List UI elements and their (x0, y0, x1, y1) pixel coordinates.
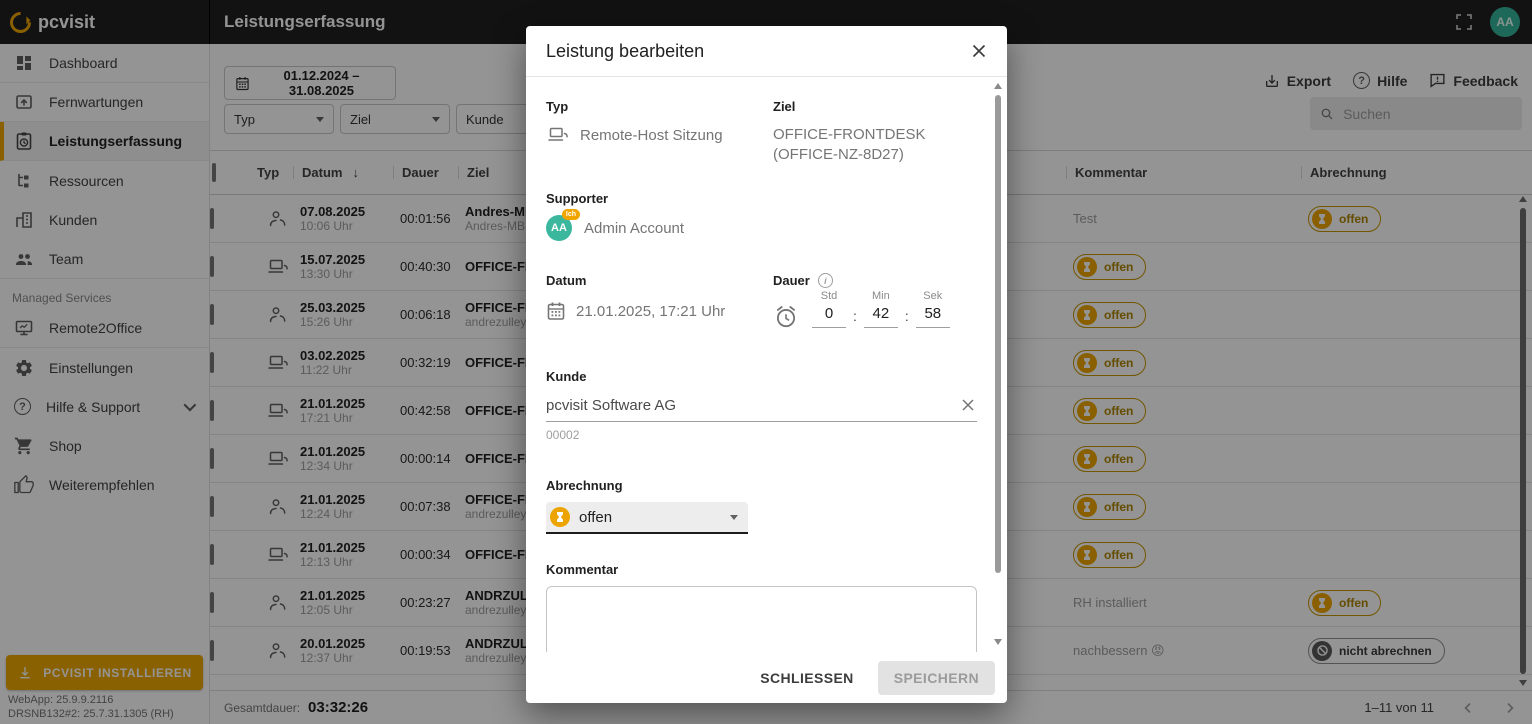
scroll-up-arrow[interactable] (994, 83, 1002, 89)
ziel-label: Ziel (773, 99, 977, 114)
modal-body: Typ Remote-Host Sitzung Ziel OFFICE-FRON… (526, 77, 1007, 652)
typ-value: Remote-Host Sitzung (580, 127, 723, 144)
speichern-button[interactable]: SPEICHERN (878, 661, 995, 695)
caret-down-icon (730, 515, 738, 520)
ziel-value: OFFICE-FRONTDESK (OFFICE-NZ-8D27) (773, 125, 977, 165)
dauer-label: Dauer (773, 273, 810, 288)
modal-title: Leistung bearbeiten (546, 41, 704, 62)
info-icon: i (818, 273, 833, 288)
datum-value: 21.01.2025, 17:21 Uhr (576, 303, 725, 320)
datum-label: Datum (546, 273, 773, 288)
supporter-avatar: AA Ich (546, 215, 572, 241)
kunde-input[interactable] (546, 392, 977, 421)
sek-label: Sek (915, 290, 951, 302)
schliessen-button[interactable]: SCHLIESSEN (746, 661, 867, 695)
remote-host-session-icon (546, 125, 570, 145)
scrollbar-thumb[interactable] (995, 95, 1001, 573)
kunde-helper-text: 00002 (546, 428, 977, 442)
scroll-down-arrow[interactable] (994, 639, 1002, 645)
hourglass-icon (550, 507, 570, 527)
std-label: Std (811, 290, 847, 302)
sek-input[interactable] (916, 302, 950, 328)
typ-label: Typ (546, 99, 773, 114)
modal-scrollbar[interactable] (994, 83, 1002, 645)
min-input[interactable] (864, 302, 898, 328)
close-icon[interactable] (971, 43, 987, 59)
abrechnung-value: offen (579, 509, 721, 526)
kommentar-label: Kommentar (546, 562, 977, 577)
edit-service-modal: Leistung bearbeiten Typ Remote-Host Sitz… (526, 26, 1007, 703)
abrechnung-select[interactable]: offen (546, 502, 748, 534)
supporter-label: Supporter (546, 191, 977, 206)
alarm-clock-icon (773, 290, 799, 335)
supporter-value: Admin Account (584, 220, 684, 237)
calendar-icon (546, 301, 566, 321)
ich-badge: Ich (562, 209, 580, 220)
abrechnung-label: Abrechnung (546, 478, 977, 493)
std-input[interactable] (812, 302, 846, 328)
kommentar-textarea[interactable] (546, 586, 977, 652)
kunde-label: Kunde (546, 369, 977, 384)
min-label: Min (863, 290, 899, 302)
clear-icon[interactable] (961, 398, 975, 412)
